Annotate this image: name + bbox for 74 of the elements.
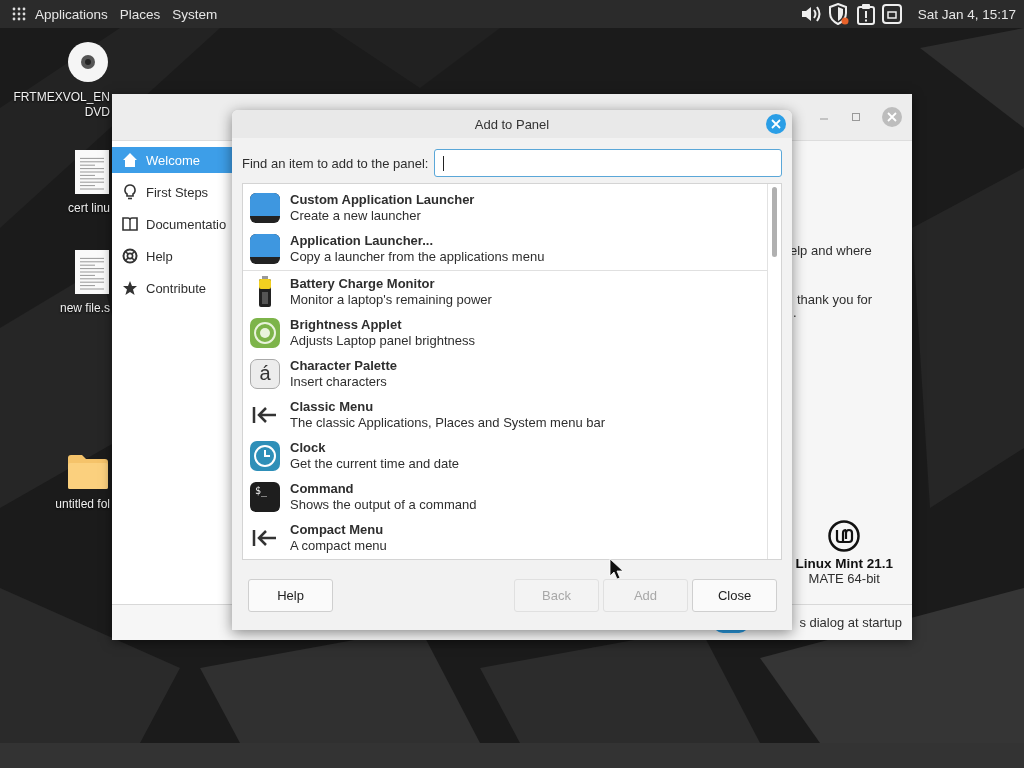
- item-name: Compact Menu: [290, 521, 385, 538]
- dialog-title: Add to Panel: [474, 116, 550, 132]
- home-icon: [122, 152, 138, 168]
- sidebar-item[interactable]: Help: [112, 243, 232, 269]
- search-field[interactable]: [434, 149, 782, 177]
- item-description: Get the current time and date: [290, 455, 460, 472]
- item-name: Classic Menu: [290, 398, 375, 415]
- welcome-text: .: [793, 307, 798, 319]
- list-item[interactable]: Custom Application Launcher Create a new launcher: [243, 187, 767, 228]
- list-item[interactable]: Battery Charge Monitor Monitor a laptop's remaining power: [243, 271, 767, 312]
- clock[interactable]: Sat Jan 4, 15:17: [917, 6, 1016, 22]
- star-icon: [122, 280, 138, 296]
- network-icon[interactable]: [881, 4, 902, 24]
- close-icon[interactable]: [766, 114, 786, 134]
- panel-menu[interactable]: System: [172, 6, 218, 22]
- icon-label[interactable]: cert linu: [67, 201, 110, 216]
- dialog-button[interactable]: Help: [248, 579, 333, 612]
- launcher-icon: [249, 233, 281, 265]
- icon-label[interactable]: DVD: [84, 105, 110, 120]
- search-label: Find an item to add to the panel:: [242, 155, 429, 171]
- item-name: Battery Charge Monitor: [290, 275, 436, 292]
- folder-icon[interactable]: [67, 454, 109, 490]
- item-name: Application Launcher...: [290, 233, 435, 249]
- close-icon[interactable]: [882, 107, 902, 127]
- sidebar-item[interactable]: Contribute: [112, 275, 232, 301]
- distro-name: Linux Mint 21.1: [795, 556, 893, 571]
- help-icon: [122, 248, 138, 264]
- list-item[interactable]: á Character Palette Insert characters: [243, 353, 767, 394]
- item-name: Clock: [290, 439, 327, 456]
- startup-label: s dialog at startup: [799, 615, 902, 630]
- launcher-icon: [249, 191, 281, 224]
- item-description: Insert characters: [290, 373, 388, 390]
- mint-logo-icon: [828, 520, 861, 552]
- book-icon: [122, 216, 138, 232]
- list-item[interactable]: Clock Get the current time and date: [243, 435, 767, 476]
- item-description: Adjusts Laptop panel brightness: [290, 332, 475, 349]
- character-icon: á: [250, 358, 280, 389]
- sidebar-item[interactable]: Documentatio: [112, 211, 232, 237]
- item-name: Character Palette: [290, 357, 397, 374]
- maximize-icon[interactable]: [850, 111, 862, 123]
- dialog-button[interactable]: Close: [692, 579, 777, 612]
- sidebar-item[interactable]: First Steps: [112, 179, 232, 205]
- terminal-icon: $_: [250, 481, 280, 512]
- document-icon[interactable]: [75, 150, 109, 194]
- item-name: Brightness Applet: [290, 316, 403, 333]
- clipboard-icon[interactable]: [855, 3, 876, 25]
- volume-icon[interactable]: [799, 4, 822, 24]
- disc-icon[interactable]: [67, 41, 109, 83]
- item-description: Copy a launcher from the applications menu: [290, 249, 545, 265]
- list-item[interactable]: Brightness Applet Adjusts Laptop panel brightness: [243, 312, 767, 353]
- icon-label[interactable]: FRTMEXVOL_EN: [13, 90, 110, 105]
- app-grid-icon[interactable]: [12, 7, 26, 21]
- shield-icon[interactable]: [827, 3, 850, 25]
- list-item[interactable]: Classic Menu The classic Applications, Places and System menu bar: [243, 394, 767, 435]
- list-item[interactable]: Application Launcher... Copy a launcher from the applications menu: [243, 228, 767, 271]
- item-description: Monitor a laptop's remaining power: [290, 291, 492, 308]
- list-item[interactable]: Compact Menu A compact menu: [243, 517, 767, 558]
- clock-icon: [249, 439, 281, 472]
- item-name: Custom Application Launcher: [290, 191, 475, 208]
- item-description: Create a new launcher: [290, 207, 422, 224]
- panel-menu[interactable]: Places: [119, 6, 161, 22]
- panel-menu[interactable]: Applications: [35, 6, 108, 22]
- icon-label[interactable]: untitled fol: [55, 497, 110, 512]
- list-item[interactable]: $_ Command Shows the output of a command: [243, 476, 767, 517]
- item-name: Command: [290, 480, 355, 497]
- icon-label[interactable]: new file.s: [59, 301, 110, 316]
- welcome-text: thank you for: [797, 292, 874, 307]
- item-description: Shows the output of a command: [290, 496, 477, 513]
- document-icon[interactable]: [75, 250, 109, 294]
- lightbulb-icon: [122, 184, 138, 200]
- item-description: The classic Applications, Places and System menu bar: [290, 414, 606, 431]
- distro-edition: MATE 64-bit: [808, 571, 880, 586]
- item-description: A compact menu: [290, 537, 387, 554]
- brightness-icon: [249, 316, 281, 349]
